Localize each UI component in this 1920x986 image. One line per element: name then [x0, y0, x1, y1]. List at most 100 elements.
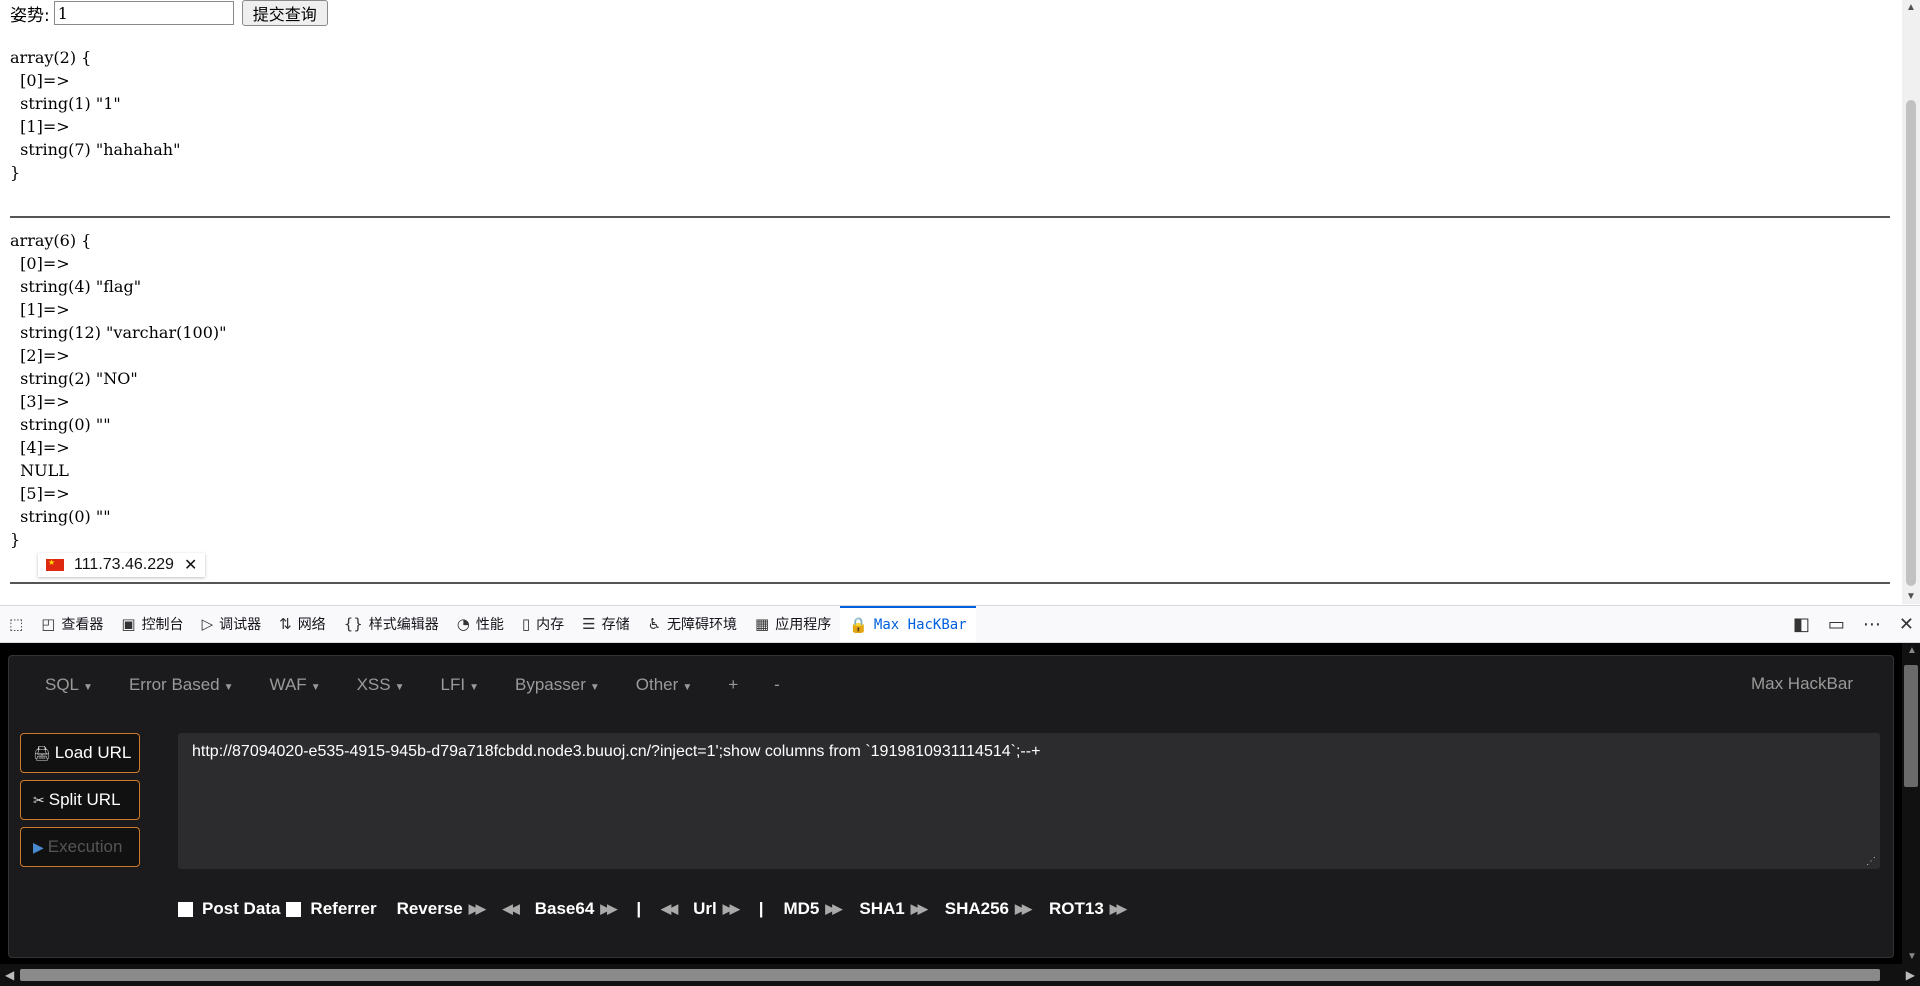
responsive-icon[interactable]: ▭	[1828, 614, 1845, 635]
scroll-left-icon[interactable]: ◀	[5, 968, 14, 982]
menu-lfi[interactable]: LFI ▼	[423, 675, 497, 695]
tab-memory[interactable]: ▯ 内存	[513, 606, 573, 642]
url-textarea[interactable]: http://87094020-e535-4915-945b-d79a718fc…	[178, 733, 1880, 869]
debugger-icon: ▷	[201, 615, 214, 633]
encode-arrow-icon: ▶▶	[1109, 901, 1127, 916]
caret-down-icon: ▼	[223, 682, 234, 693]
tab-storage[interactable]: ☰ 存储	[573, 606, 638, 642]
tab-label: 内存	[536, 617, 565, 633]
encode-arrow-icon: ▶▶	[910, 901, 928, 916]
caret-down-icon: ▼	[83, 682, 93, 693]
encode-arrow-icon[interactable]: ▶▶	[723, 901, 740, 917]
storage-icon: ☰	[582, 615, 596, 633]
sha1-button[interactable]: SHA1 ▶▶	[859, 899, 928, 919]
china-flag-icon	[46, 558, 64, 571]
caret-down-icon: ▼	[469, 682, 479, 693]
post-data-checkbox[interactable]	[178, 901, 193, 917]
submit-query-button[interactable]: 提交查询	[241, 0, 328, 26]
encode-arrow-icon: ▶▶	[1015, 901, 1032, 916]
decode-arrow-icon[interactable]: ◀◀	[503, 901, 520, 917]
execution-button[interactable]: ▶ Execution	[20, 827, 140, 867]
hackbar-icon: 🔒	[849, 616, 868, 634]
rot13-button[interactable]: ROT13 ▶▶	[1049, 899, 1127, 919]
menu-waf[interactable]: WAF ▼	[252, 675, 339, 695]
hackbar-toolbar: Post Data Referrer Reverse ▶▶ ◀◀ Base64 …	[178, 894, 1144, 924]
tool-label: Base64	[534, 899, 595, 918]
tool-label: Post Data	[202, 899, 281, 918]
element-picker-button[interactable]: ⬚	[0, 606, 32, 642]
tab-performance[interactable]: ◔ 性能	[448, 606, 513, 642]
menu-sql[interactable]: SQL ▼	[9, 675, 111, 695]
close-icon[interactable]: ✕	[1899, 614, 1914, 635]
horizontal-scrollbar[interactable]: ◀ ▶	[0, 964, 1920, 986]
scrollbar-thumb[interactable]	[1906, 100, 1916, 586]
tab-max-hackbar[interactable]: 🔒 Max HacKBar	[840, 606, 976, 642]
menu-bypasser[interactable]: Bypasser ▼	[497, 675, 618, 695]
caret-down-icon: ▼	[394, 682, 405, 693]
tab-label: 应用程序	[775, 617, 832, 633]
tab-label: 网络	[297, 617, 326, 633]
tab-style-editor[interactable]: {} 样式编辑器	[335, 606, 448, 642]
tab-label: 查看器	[61, 617, 104, 633]
encode-arrow-icon: ▶▶	[468, 901, 486, 916]
scroll-up-icon[interactable]: ▲	[1906, 2, 1916, 13]
menu-error-based[interactable]: Error Based ▼	[111, 675, 252, 695]
url-encode-button[interactable]: ◀◀ Url ▶▶	[661, 899, 740, 919]
console-icon: ▣	[121, 615, 136, 633]
inject-input[interactable]	[53, 1, 234, 25]
hackbar-scrollbar[interactable]: ▲ ▼	[1902, 643, 1920, 964]
tab-accessibility[interactable]: ♿ 无障碍环境	[639, 606, 746, 642]
menu-other[interactable]: Other ▼	[618, 675, 710, 695]
network-icon: ⇅	[279, 615, 292, 633]
tab-network[interactable]: ⇅ 网络	[270, 606, 335, 642]
encode-arrow-icon[interactable]: ▶▶	[600, 901, 617, 917]
sha256-button[interactable]: SHA256 ▶▶	[944, 899, 1032, 919]
close-icon[interactable]: ✕	[184, 555, 197, 575]
style-editor-icon: {}	[343, 615, 363, 633]
memory-icon: ▯	[521, 615, 531, 633]
dock-icon[interactable]: ◧	[1793, 614, 1810, 635]
menu-plus[interactable]: +	[710, 675, 756, 695]
tab-label: 控制台	[141, 617, 184, 633]
scroll-up-icon[interactable]: ▲	[1907, 645, 1917, 656]
tab-console[interactable]: ▣ 控制台	[112, 606, 192, 642]
load-url-button[interactable]: 🖨 Load URL	[20, 733, 140, 773]
split-url-button[interactable]: ✂ Split URL	[20, 780, 140, 820]
tab-inspector[interactable]: ◰ 查看器	[32, 606, 112, 642]
application-icon: ▦	[755, 615, 770, 633]
scroll-down-icon[interactable]: ▼	[1906, 591, 1916, 602]
menu-minus[interactable]: -	[756, 675, 798, 695]
button-label: Execution	[47, 837, 123, 856]
tool-label: ROT13	[1049, 899, 1104, 918]
page-scrollbar[interactable]: ▲ ▼	[1902, 0, 1920, 604]
menu-xss[interactable]: XSS ▼	[339, 675, 423, 695]
page-content: 姿势: 提交查询 array(2) { [0]=> string(1) "1" …	[0, 0, 1902, 604]
more-options-icon[interactable]: ⋯	[1863, 614, 1881, 635]
tool-label: SHA256	[944, 899, 1009, 918]
base64-button[interactable]: ◀◀ Base64 ▶▶	[503, 899, 618, 919]
menu-label: WAF	[269, 675, 307, 694]
scrollbar-thumb[interactable]	[20, 969, 1880, 981]
md5-button[interactable]: MD5 ▶▶	[783, 899, 842, 919]
reverse-button[interactable]: Reverse ▶▶	[397, 899, 486, 919]
hackbar-menu: SQL ▼ Error Based ▼ WAF ▼ XSS ▼ LFI ▼ Bypasse…	[9, 656, 1893, 714]
tab-debugger[interactable]: ▷ 调试器	[193, 606, 271, 642]
separator: |	[758, 899, 764, 918]
menu-label: Other	[635, 675, 679, 694]
decode-arrow-icon[interactable]: ◀◀	[661, 901, 678, 917]
scroll-right-icon[interactable]: ▶	[1906, 968, 1915, 982]
accessibility-icon: ♿	[647, 615, 662, 633]
hackbar-panel: SQL ▼ Error Based ▼ WAF ▼ XSS ▼ LFI ▼ Bypasse…	[0, 643, 1902, 964]
divider	[10, 582, 1890, 584]
tab-application[interactable]: ▦ 应用程序	[746, 606, 840, 642]
scrollbar-thumb[interactable]	[1904, 665, 1918, 787]
resize-grip-icon[interactable]: ⋰	[1866, 856, 1876, 867]
referrer-toggle[interactable]: Referrer	[286, 899, 377, 919]
tool-label: Url	[693, 899, 717, 918]
caret-down-icon: ▼	[310, 682, 321, 693]
scroll-down-icon[interactable]: ▼	[1907, 951, 1917, 962]
menu-label: XSS	[356, 675, 391, 694]
referrer-checkbox[interactable]	[286, 901, 302, 917]
post-data-toggle[interactable]: Post Data	[178, 899, 280, 919]
menu-label: Bypasser	[515, 675, 586, 694]
